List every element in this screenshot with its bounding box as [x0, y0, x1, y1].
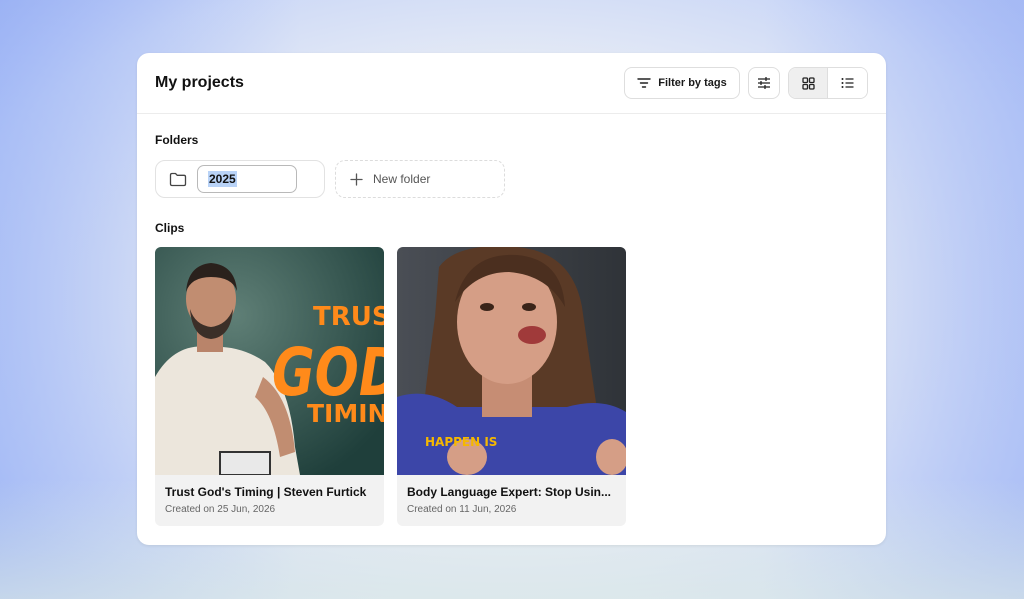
- adjust-settings-button[interactable]: [748, 67, 780, 99]
- new-folder-label: New folder: [373, 172, 431, 186]
- toolbar: Filter by tags: [624, 67, 868, 99]
- filter-label: Filter by tags: [658, 77, 727, 89]
- panel-header: My projects Filter by tags: [137, 53, 886, 114]
- folder-name-selection: 2025: [208, 171, 237, 187]
- filter-icon: [637, 78, 651, 88]
- new-folder-button[interactable]: New folder: [335, 160, 505, 198]
- list-icon: [841, 78, 854, 88]
- clips-heading: Clips: [155, 221, 185, 235]
- clip-thumbnail: HAPPEN IS: [397, 247, 626, 475]
- clip-title: Body Language Expert: Stop Usin...: [407, 485, 612, 499]
- clip-card[interactable]: TRUS GOD TIMIN Trust God's Timing | Stev…: [155, 247, 384, 526]
- clip-info: Trust God's Timing | Steven Furtick Crea…: [155, 475, 384, 526]
- plus-icon: [350, 172, 363, 186]
- grid-view-button[interactable]: [789, 68, 828, 98]
- clip-created-date: Created on 11 Jun, 2026: [407, 504, 517, 515]
- filter-by-tags-button[interactable]: Filter by tags: [624, 67, 740, 99]
- folders-heading: Folders: [155, 133, 199, 147]
- projects-panel: My projects Filter by tags Folders 2025 …: [137, 53, 886, 545]
- sliders-icon: [758, 77, 770, 89]
- folder-name-input[interactable]: 2025: [197, 165, 297, 193]
- view-toggle: [788, 67, 868, 99]
- list-view-button[interactable]: [828, 68, 867, 98]
- clip-info: Body Language Expert: Stop Usin... Creat…: [397, 475, 626, 526]
- page-title: My projects: [155, 74, 244, 91]
- clip-created-date: Created on 25 Jun, 2026: [165, 504, 276, 515]
- thumb-text-line-1: TRUS: [313, 302, 384, 332]
- grid-icon: [801, 76, 815, 90]
- clip-card[interactable]: HAPPEN IS Body Language Expert: Stop Usi…: [397, 247, 626, 526]
- thumb-caption: HAPPEN IS: [425, 435, 497, 449]
- clip-thumbnail: TRUS GOD TIMIN: [155, 247, 384, 475]
- thumb-text-line-3: TIMIN: [307, 399, 384, 428]
- folder-icon: [169, 172, 187, 186]
- folder-item[interactable]: 2025: [155, 160, 325, 198]
- clip-title: Trust God's Timing | Steven Furtick: [165, 485, 367, 499]
